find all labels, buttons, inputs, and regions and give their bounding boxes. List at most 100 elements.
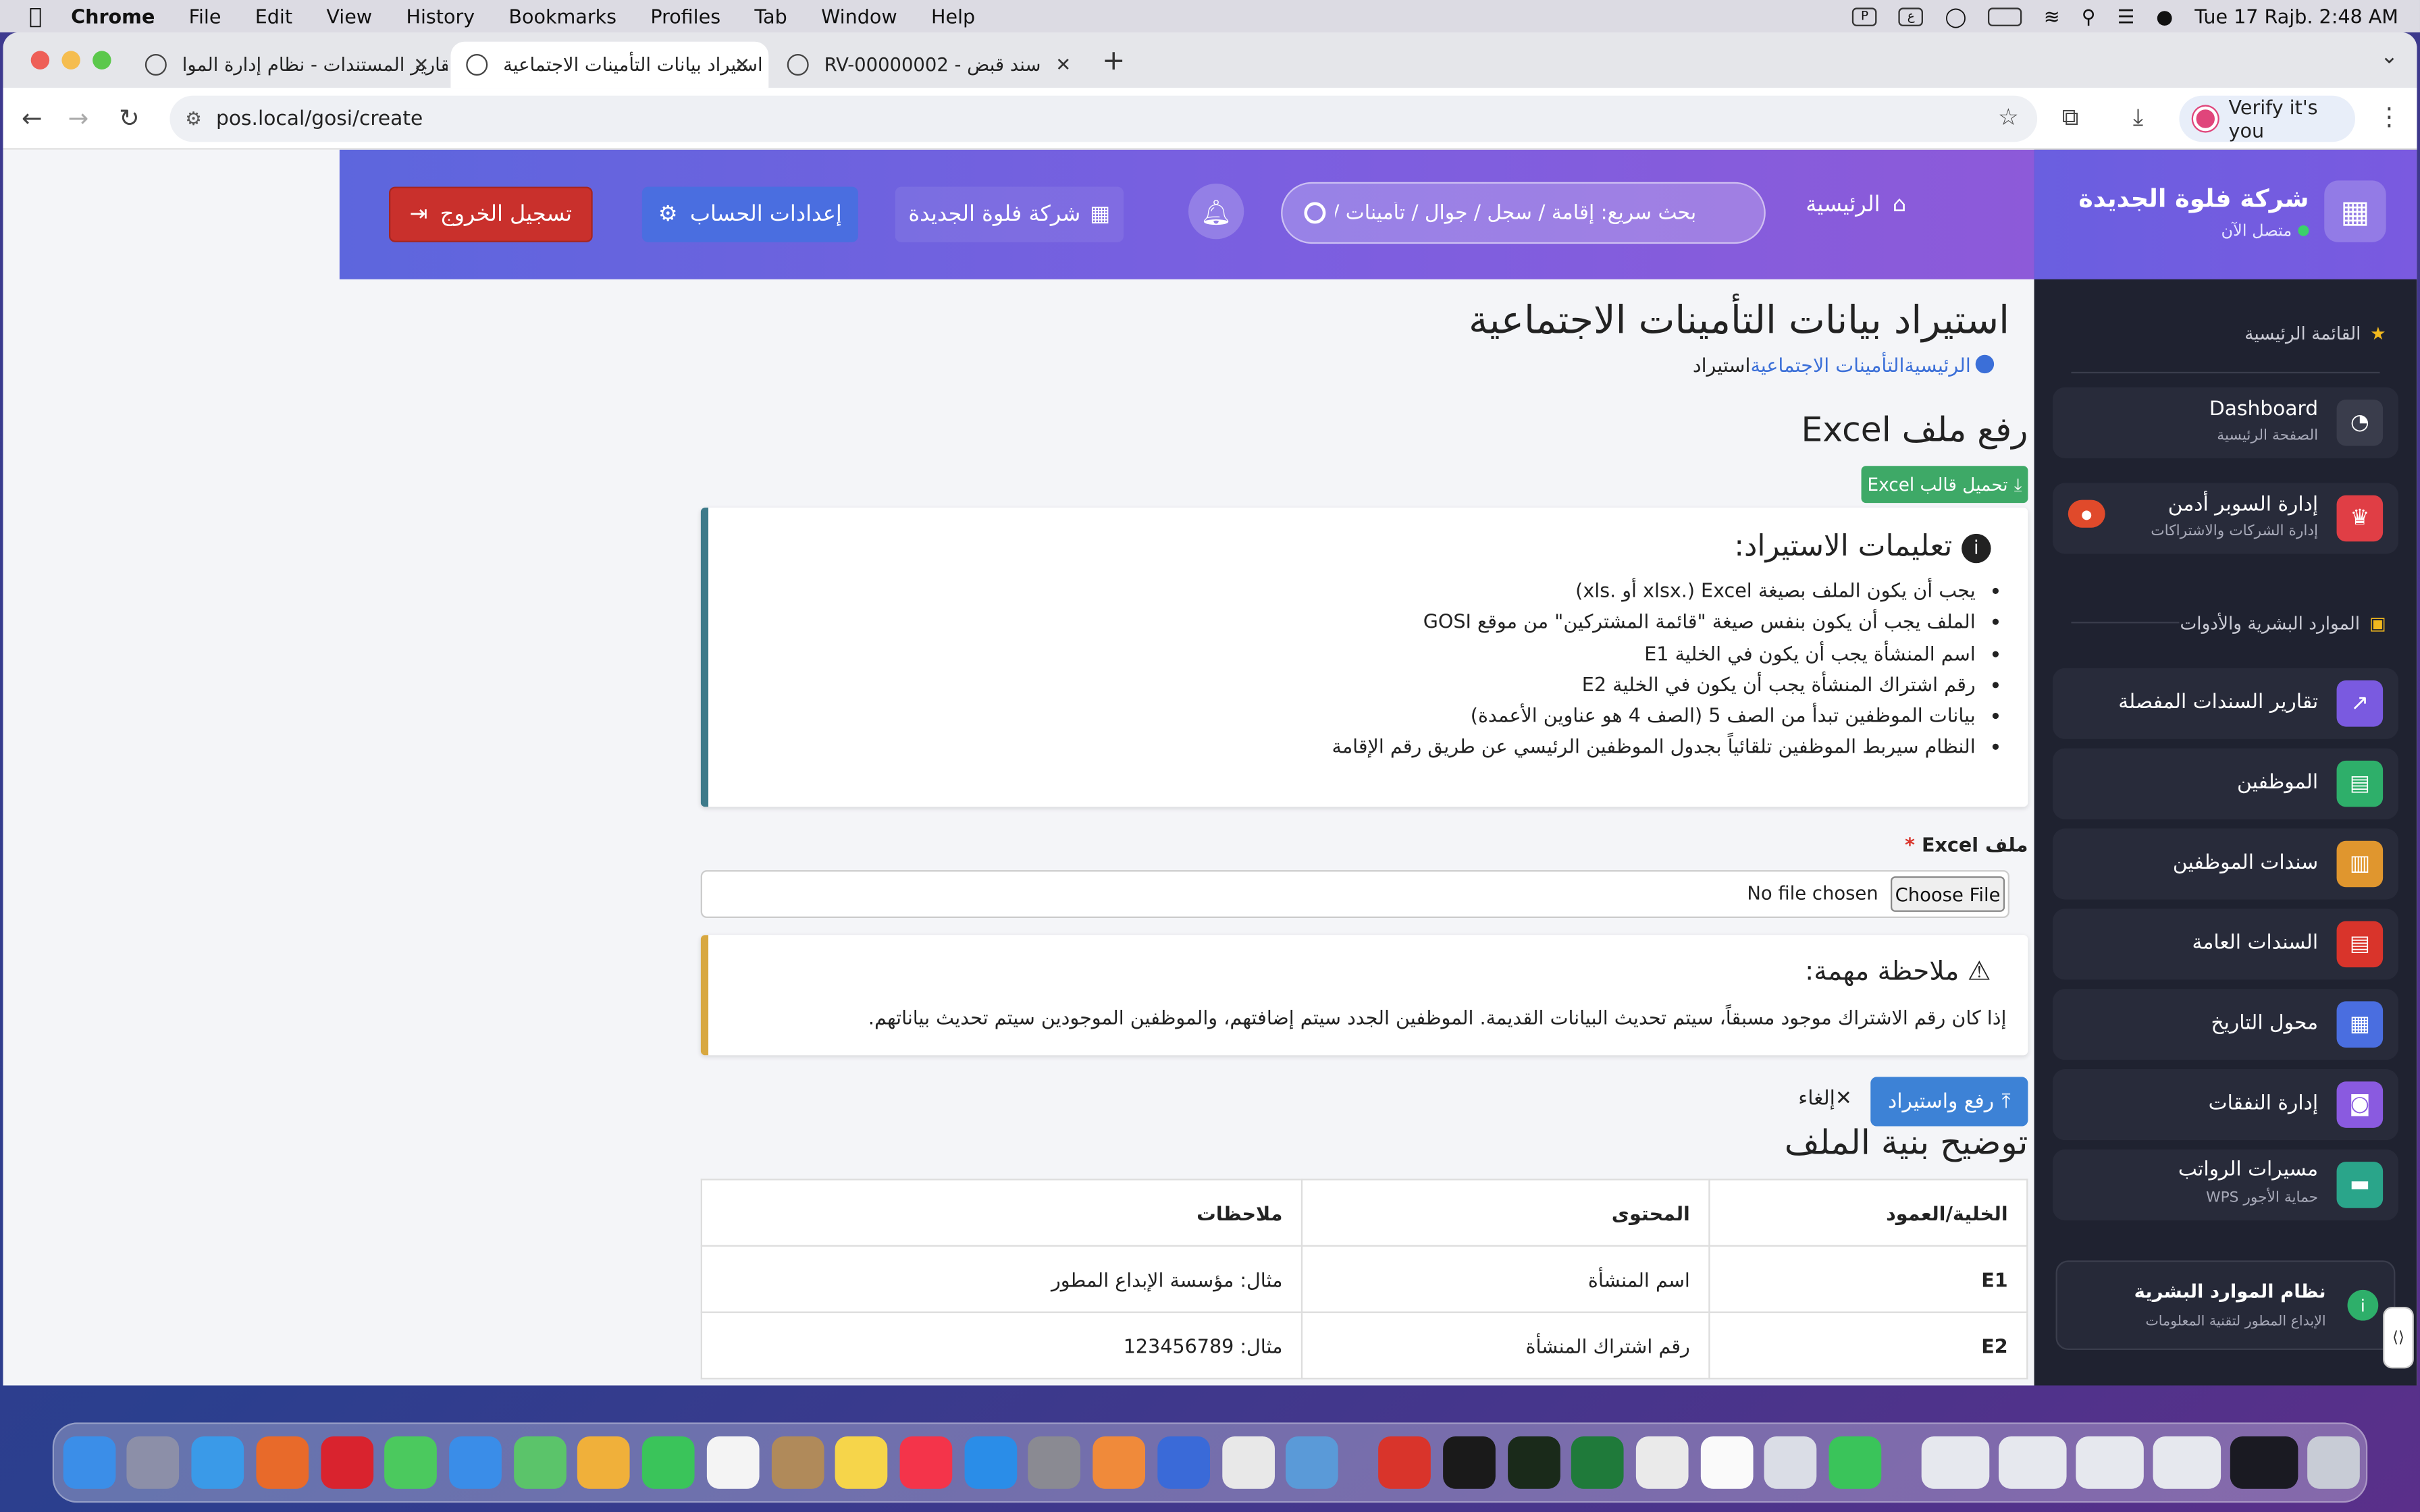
- preview-icon[interactable]: [1285, 1436, 1338, 1489]
- tab-reports[interactable]: تقارير المستندات - نظام إدارة الموا ✕: [130, 42, 448, 88]
- messages-icon[interactable]: [384, 1436, 437, 1489]
- firefox-icon[interactable]: [256, 1436, 309, 1489]
- close-window-icon[interactable]: [30, 51, 50, 70]
- app-store-icon[interactable]: [964, 1436, 1018, 1489]
- menu-file[interactable]: File: [189, 5, 221, 28]
- facetime-icon[interactable]: [641, 1436, 695, 1489]
- opera-icon[interactable]: [321, 1436, 374, 1489]
- choose-file-button[interactable]: Choose File: [1890, 876, 2005, 912]
- verify-profile-button[interactable]: Verify it's you: [2179, 95, 2355, 142]
- upload-import-button[interactable]: ⤒ رفع واستيراد: [1870, 1077, 2028, 1127]
- cancel-link[interactable]: ✕إلغاء: [1798, 1087, 1852, 1110]
- contacts-icon[interactable]: [771, 1436, 824, 1489]
- crown-icon: ♛: [2336, 495, 2384, 542]
- sidebar-toggle-icon[interactable]: ⟨⟩: [2383, 1306, 2414, 1369]
- window-thumbnail[interactable]: [1998, 1436, 2067, 1489]
- tab-gosi-import[interactable]: استيراد بيانات التأمينات الاجتماعية ✕: [450, 41, 769, 88]
- excel-file-input[interactable]: Choose File No file chosen: [700, 870, 2009, 918]
- whatsapp-icon[interactable]: [1829, 1436, 1882, 1489]
- sidebar-item-payroll[interactable]: ▬ مسيرات الرواتب حماية الأجور WPS: [2052, 1149, 2398, 1220]
- calendar-app-icon[interactable]: [706, 1436, 760, 1489]
- extensions-icon[interactable]: ⧉: [2062, 103, 2078, 131]
- maximize-window-icon[interactable]: [93, 51, 111, 70]
- menu-tab[interactable]: Tab: [754, 5, 787, 28]
- sidebar-item-detailed-reports[interactable]: ↗ تقارير السندات المفصلة: [2052, 668, 2398, 739]
- close-tab-icon[interactable]: ✕: [735, 54, 750, 76]
- launchpad-icon[interactable]: [126, 1436, 180, 1489]
- maps-icon[interactable]: [514, 1436, 567, 1489]
- menu-help[interactable]: Help: [931, 5, 975, 28]
- logout-button[interactable]: ⇥ تسجيل الخروج: [388, 186, 593, 242]
- new-tab-icon[interactable]: +: [1102, 45, 1125, 77]
- window-thumbnail[interactable]: [1921, 1436, 1990, 1489]
- company-button[interactable]: شركة فلوة الجديدة ▦: [895, 186, 1124, 242]
- safari-icon[interactable]: [191, 1436, 244, 1489]
- quick-search-input[interactable]: بحث سريع: إقامة / سجل / جوال / تأمينات /…: [1281, 182, 1766, 244]
- menu-view[interactable]: View: [326, 5, 372, 28]
- sidebar-item-employee-vouchers[interactable]: ▥ سندات الموظفين: [2052, 828, 2398, 900]
- breadcrumb-home[interactable]: الرئيسية: [1904, 353, 1970, 376]
- excel-icon[interactable]: [1571, 1436, 1624, 1489]
- tab-search-chevron-icon[interactable]: ⌄: [2380, 45, 2398, 70]
- mail-icon[interactable]: [449, 1436, 502, 1489]
- control-center-icon[interactable]: ☰: [2118, 5, 2135, 28]
- finder-icon[interactable]: [63, 1436, 116, 1489]
- forward-icon[interactable]: →: [68, 103, 89, 132]
- home-link[interactable]: الرئيسية ⌂: [1806, 193, 1906, 218]
- download-icon[interactable]: ⤓: [2133, 103, 2143, 131]
- remote-desktop-icon[interactable]: [1157, 1436, 1210, 1489]
- app-icon[interactable]: [1508, 1436, 1560, 1489]
- notifications-bell-icon[interactable]: 🔔︎: [1188, 183, 1244, 240]
- window-thumbnail[interactable]: [2230, 1436, 2298, 1489]
- menu-history[interactable]: History: [406, 5, 475, 28]
- spotlight-icon[interactable]: ⚲: [2082, 5, 2096, 28]
- sidebar-item-expenses[interactable]: ◙ إدارة النفقات: [2052, 1069, 2398, 1141]
- siri-icon[interactable]: ●: [2156, 5, 2173, 28]
- sidebar-item-super-admin[interactable]: ♛ إدارة السوبر أدمن إدارة الشركات والاشت…: [2052, 483, 2398, 554]
- battery-icon[interactable]: [1988, 7, 2022, 26]
- trash-icon[interactable]: [2307, 1436, 2360, 1489]
- back-icon[interactable]: ←: [22, 103, 43, 132]
- app-icon[interactable]: [1222, 1436, 1275, 1489]
- sidebar-brand[interactable]: ▦ شركة فلوة الجديدة متصل الآن: [2034, 149, 2417, 279]
- sidebar-item-date-converter[interactable]: ▦ محول التاريخ: [2052, 989, 2398, 1060]
- account-settings-button[interactable]: ⚙ إعدادات الحساب: [641, 186, 858, 242]
- photos-icon[interactable]: [577, 1436, 630, 1489]
- sidebar-item-employees[interactable]: ▤ الموظفين: [2052, 748, 2398, 819]
- input-source-icon[interactable]: ع: [1898, 7, 1924, 26]
- window-thumbnail[interactable]: [2153, 1436, 2221, 1489]
- window-thumbnail[interactable]: [2076, 1436, 2144, 1489]
- apple-menu-icon[interactable]: : [0, 4, 71, 29]
- user-status-icon[interactable]: ◯: [1945, 5, 1966, 28]
- chatgpt-icon[interactable]: [1700, 1436, 1754, 1489]
- close-tab-icon[interactable]: ✕: [413, 54, 429, 76]
- site-info-icon[interactable]: ⚙: [185, 108, 202, 130]
- bookmark-star-icon[interactable]: ☆: [1998, 103, 2019, 131]
- minimize-window-icon[interactable]: [61, 51, 80, 70]
- chrome-icon[interactable]: [1635, 1436, 1689, 1489]
- download-template-button[interactable]: ⤓ تحميل قالب Excel: [1861, 466, 2028, 504]
- breadcrumb-section[interactable]: التأمينات الاجتماعية: [1750, 353, 1904, 376]
- wifi-icon[interactable]: ≋: [2044, 5, 2060, 28]
- menu-window[interactable]: Window: [821, 5, 897, 28]
- tab-receipt[interactable]: RV-00000002 - سند قبض ✕: [772, 42, 1090, 88]
- menu-profiles[interactable]: Profiles: [650, 5, 720, 28]
- sidebar-item-dashboard[interactable]: ◔ Dashboard الصفحة الرئيسية: [2052, 387, 2398, 458]
- menubar-clock[interactable]: Tue 17 Rajb. 2:48 AM: [2194, 5, 2398, 28]
- address-bar[interactable]: ⚙ pos.local/gosi/create ☆: [169, 95, 2038, 142]
- notes-icon[interactable]: [835, 1436, 888, 1489]
- sidebar-item-general-vouchers[interactable]: ▤ السندات العامة: [2052, 909, 2398, 980]
- menu-edit[interactable]: Edit: [255, 5, 292, 28]
- music-icon[interactable]: [899, 1436, 953, 1489]
- bbedit-icon[interactable]: [1764, 1436, 1817, 1489]
- menu-bookmarks[interactable]: Bookmarks: [508, 5, 616, 28]
- app-icon[interactable]: [1093, 1436, 1145, 1489]
- menu-app-name[interactable]: Chrome: [71, 5, 155, 28]
- system-settings-icon[interactable]: [1028, 1436, 1080, 1489]
- more-menu-icon[interactable]: ⋮: [2377, 102, 2402, 131]
- pdf-app-icon[interactable]: [1378, 1436, 1431, 1489]
- close-tab-icon[interactable]: ✕: [1055, 54, 1071, 76]
- reload-icon[interactable]: ↻: [119, 103, 140, 132]
- pdf-status-icon[interactable]: P: [1852, 7, 1877, 26]
- terminal-icon[interactable]: [1443, 1436, 1496, 1489]
